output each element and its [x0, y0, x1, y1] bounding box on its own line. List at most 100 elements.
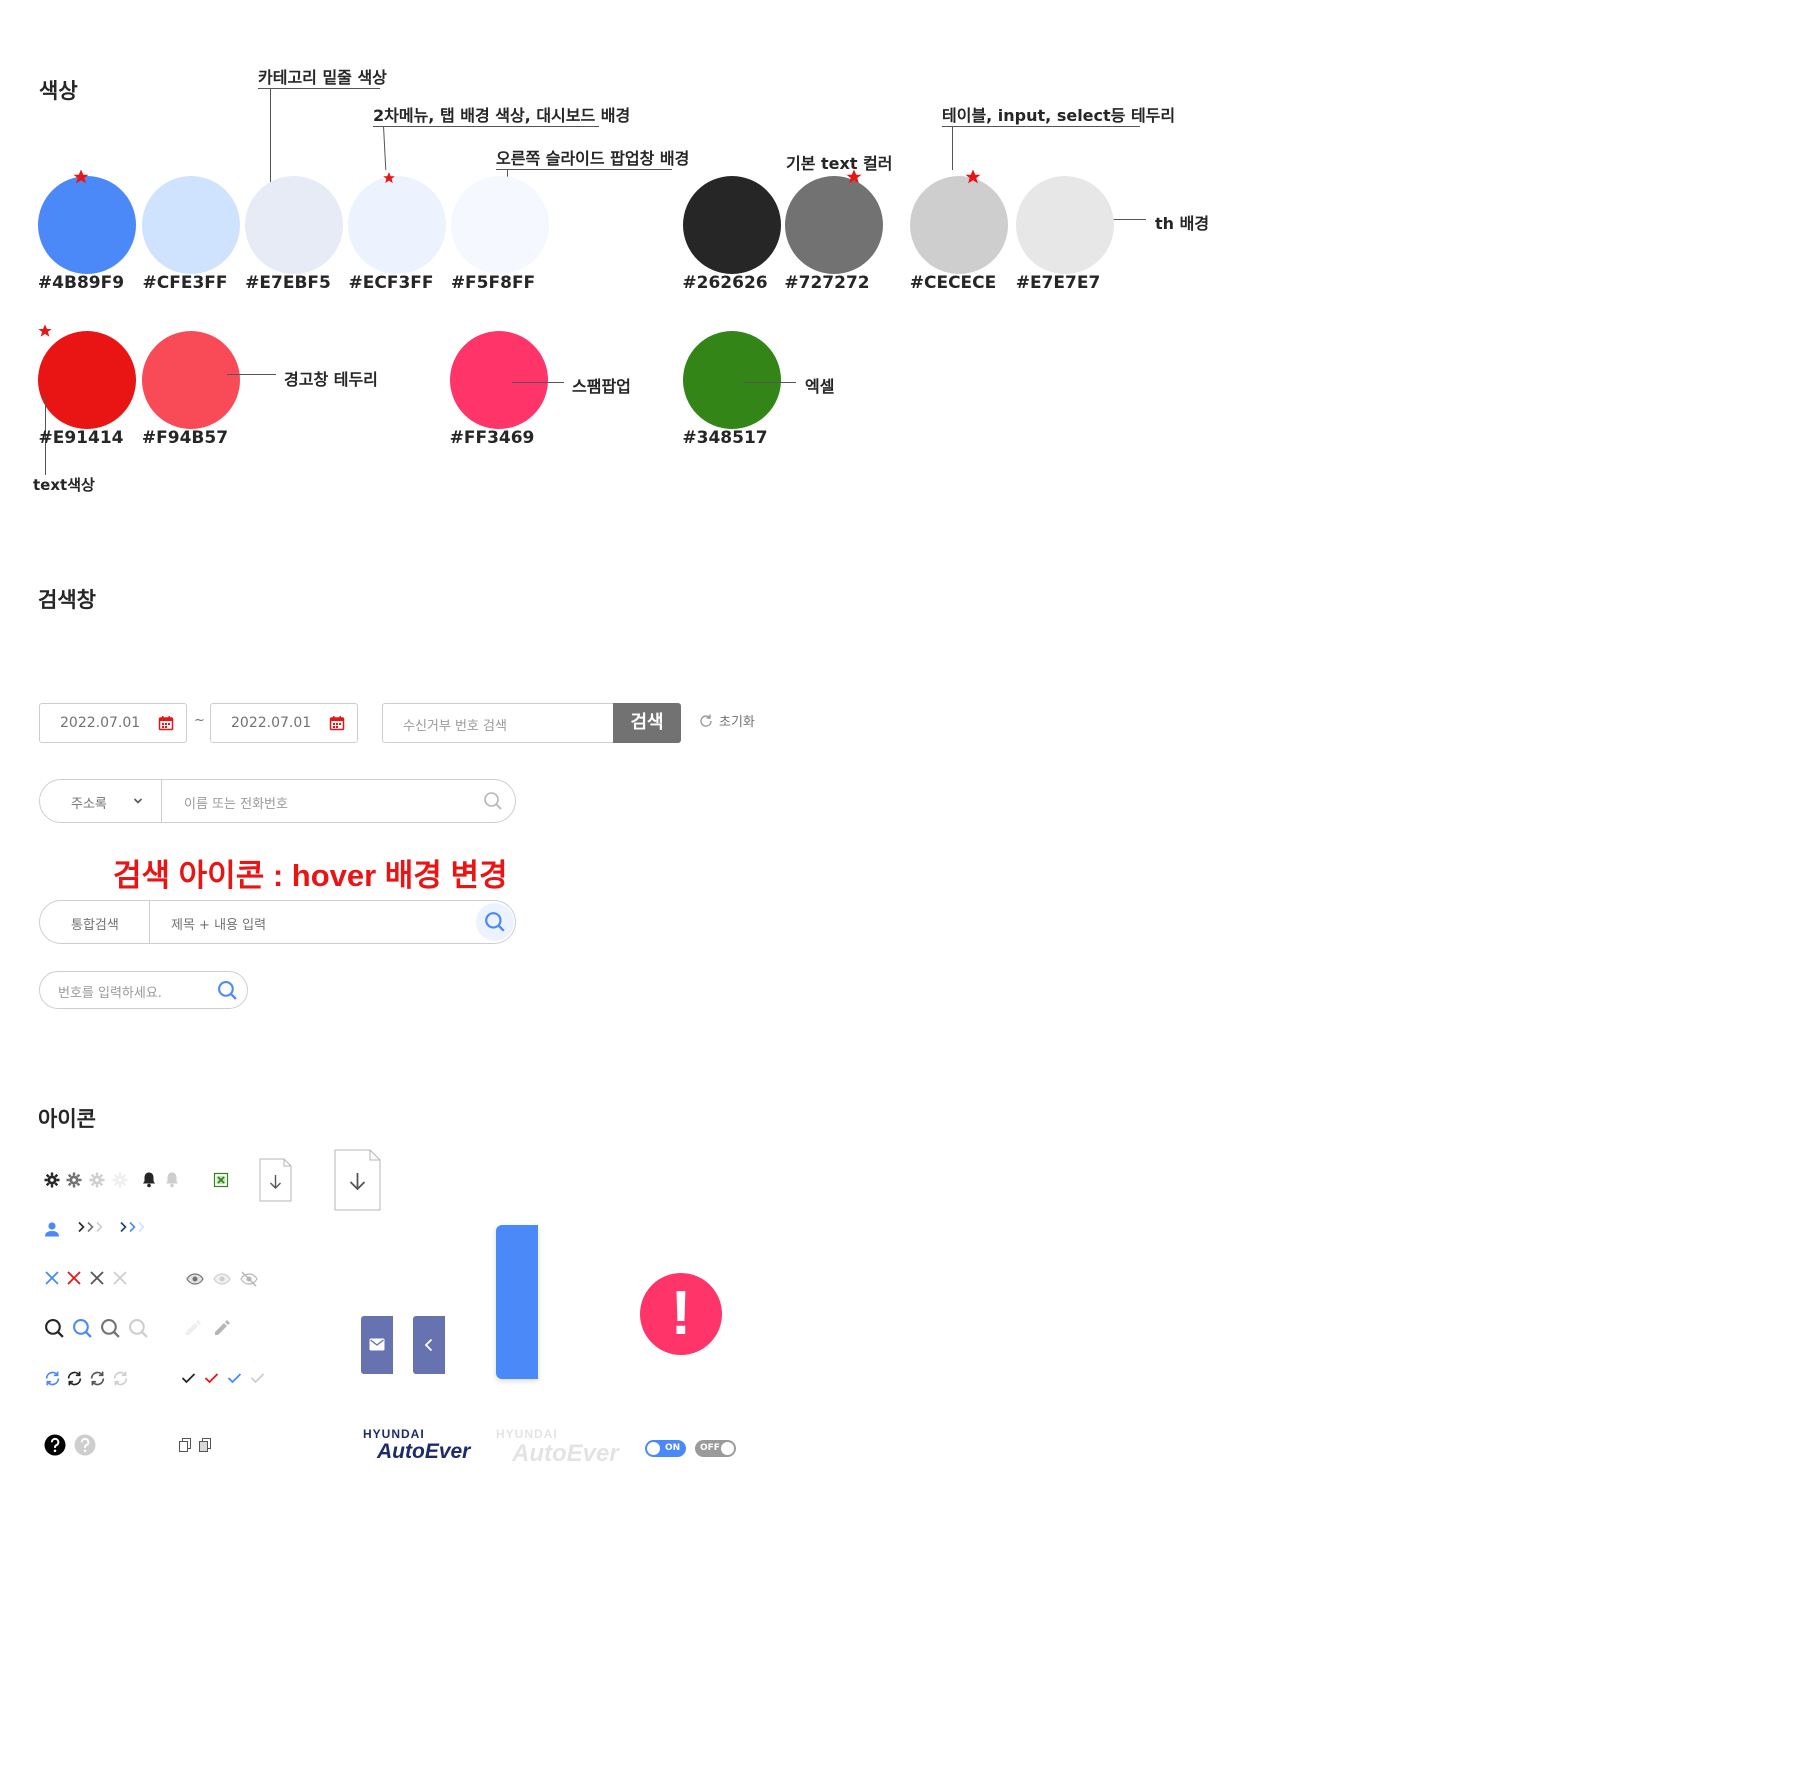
integrated-input-placeholder[interactable]: 제목 + 내용 입력 [171, 914, 266, 933]
chevron-left-icon [424, 1338, 433, 1352]
eye-icon[interactable] [213, 1273, 231, 1285]
search-icon [485, 912, 505, 932]
integrated-search-category[interactable]: 통합검색 [40, 901, 150, 943]
search-icon[interactable] [100, 1318, 121, 1339]
excel-icon[interactable] [213, 1172, 229, 1188]
refresh-icon[interactable] [112, 1370, 129, 1387]
search-icon[interactable] [128, 1318, 149, 1339]
callout-underline [496, 169, 672, 170]
addressbook-select-value: 주소록 [71, 797, 107, 812]
callout-text-color: text색상 [33, 476, 95, 494]
pencil-icon[interactable] [212, 1318, 232, 1338]
callout-underline [942, 126, 1140, 127]
refresh-icon[interactable] [66, 1370, 83, 1387]
gear-icon[interactable] [66, 1172, 82, 1188]
number-search[interactable]: 번호를 입력하세요. [39, 971, 248, 1009]
calendar-icon[interactable] [158, 715, 174, 731]
color-swatch-gray-blue [245, 176, 343, 274]
mail-side-tab[interactable] [361, 1316, 393, 1374]
close-icon[interactable] [112, 1270, 128, 1286]
mail-icon [369, 1338, 385, 1351]
color-swatch-very-pale-blue [451, 176, 549, 274]
logo-bottom-text: AutoEver [512, 1440, 619, 1467]
icons-section-title: 아이콘 [38, 1107, 96, 1131]
search-hover-button[interactable] [476, 903, 514, 941]
pencil-icon[interactable] [183, 1318, 203, 1338]
callout-category-underline: 카테고리 밑줄 색상 [258, 68, 387, 87]
date-range-separator: ~ [194, 713, 205, 728]
eye-icon[interactable] [186, 1273, 204, 1285]
check-icon[interactable] [181, 1372, 196, 1384]
addressbook-select[interactable]: 주소록 [40, 780, 162, 822]
addressbook-input-placeholder[interactable]: 이름 또는 전화번호 [184, 793, 288, 812]
reset-button[interactable]: 초기화 [698, 711, 755, 730]
gear-icon[interactable] [112, 1172, 128, 1188]
colors-section-title: 색상 [39, 79, 78, 103]
gear-icon[interactable] [89, 1172, 105, 1188]
color-swatch-pink [450, 331, 548, 429]
close-icon[interactable] [66, 1270, 82, 1286]
toggle-on-label: ON [665, 1443, 681, 1453]
color-hex-label: #FF3469 [449, 428, 535, 448]
color-swatch-green [683, 331, 781, 429]
search-icon[interactable] [72, 1318, 93, 1339]
callout-connector [512, 382, 564, 383]
check-icon[interactable] [250, 1372, 265, 1384]
file-download-icon[interactable] [334, 1149, 381, 1211]
toggle-off-label: OFF [700, 1443, 720, 1453]
integrated-search-label: 통합검색 [71, 918, 119, 933]
toggle-off[interactable]: OFF [695, 1440, 736, 1457]
date-to-field[interactable]: 2022.07.01 [210, 703, 358, 743]
gear-icon[interactable] [44, 1172, 60, 1188]
date-from-field[interactable]: 2022.07.01 [39, 703, 187, 743]
eye-off-icon[interactable] [240, 1271, 258, 1287]
number-input-placeholder: 번호를 입력하세요. [58, 986, 162, 1001]
search-icon[interactable] [483, 791, 503, 811]
search-section-title: 검색창 [38, 588, 96, 612]
reject-search-placeholder: 수신거부 번호 검색 [403, 719, 507, 734]
color-swatch-dark-gray [683, 176, 781, 274]
color-swatch-light-gray [910, 176, 1008, 274]
search-icon[interactable] [44, 1318, 65, 1339]
close-icon[interactable] [89, 1270, 105, 1286]
bell-icon[interactable] [141, 1171, 157, 1188]
autoever-logo: HYUNDAI AutoEver [363, 1428, 473, 1463]
refresh-icon[interactable] [44, 1370, 61, 1387]
color-hex-label: #727272 [784, 273, 870, 293]
color-hex-label: #F5F8FF [450, 273, 536, 293]
callout-connector [952, 126, 953, 170]
callout-excel: 엑셀 [805, 377, 835, 396]
help-icon[interactable] [74, 1434, 96, 1456]
star-icon [964, 168, 982, 186]
copy-icon[interactable] [199, 1438, 211, 1452]
color-hex-label: #F94B57 [141, 428, 229, 448]
file-download-icon[interactable] [259, 1158, 292, 1202]
addressbook-search: 주소록 이름 또는 전화번호 [39, 779, 516, 823]
toggle-on[interactable]: ON [645, 1440, 686, 1457]
reset-label: 초기화 [719, 715, 755, 730]
refresh-icon[interactable] [89, 1370, 106, 1387]
calendar-icon[interactable] [329, 715, 345, 731]
search-button[interactable]: 검색 [613, 703, 681, 743]
color-hex-label: #E7E7E7 [1015, 273, 1101, 293]
slide-popup-handle[interactable] [496, 1225, 538, 1379]
collapse-side-tab[interactable] [413, 1316, 445, 1374]
check-icon[interactable] [227, 1372, 242, 1384]
chevrons-right-icon[interactable] [78, 1221, 106, 1233]
close-icon[interactable] [44, 1270, 60, 1286]
reject-search-input[interactable]: 수신거부 번호 검색 [382, 703, 618, 743]
callout-connector [227, 374, 276, 375]
star-icon [72, 168, 90, 186]
search-icon[interactable] [217, 980, 238, 1001]
callout-alert-border: 경고창 테두리 [284, 370, 378, 389]
date-to-value: 2022.07.01 [231, 715, 312, 731]
help-icon[interactable] [44, 1434, 66, 1456]
bell-icon[interactable] [164, 1171, 180, 1188]
user-icon[interactable] [44, 1221, 60, 1237]
chevrons-right-icon[interactable] [120, 1221, 148, 1233]
color-swatch-mid-gray [785, 176, 883, 274]
callout-connector [383, 125, 387, 170]
check-icon[interactable] [204, 1372, 219, 1384]
copy-icon[interactable] [179, 1438, 191, 1452]
color-swatch-coral [142, 331, 240, 429]
